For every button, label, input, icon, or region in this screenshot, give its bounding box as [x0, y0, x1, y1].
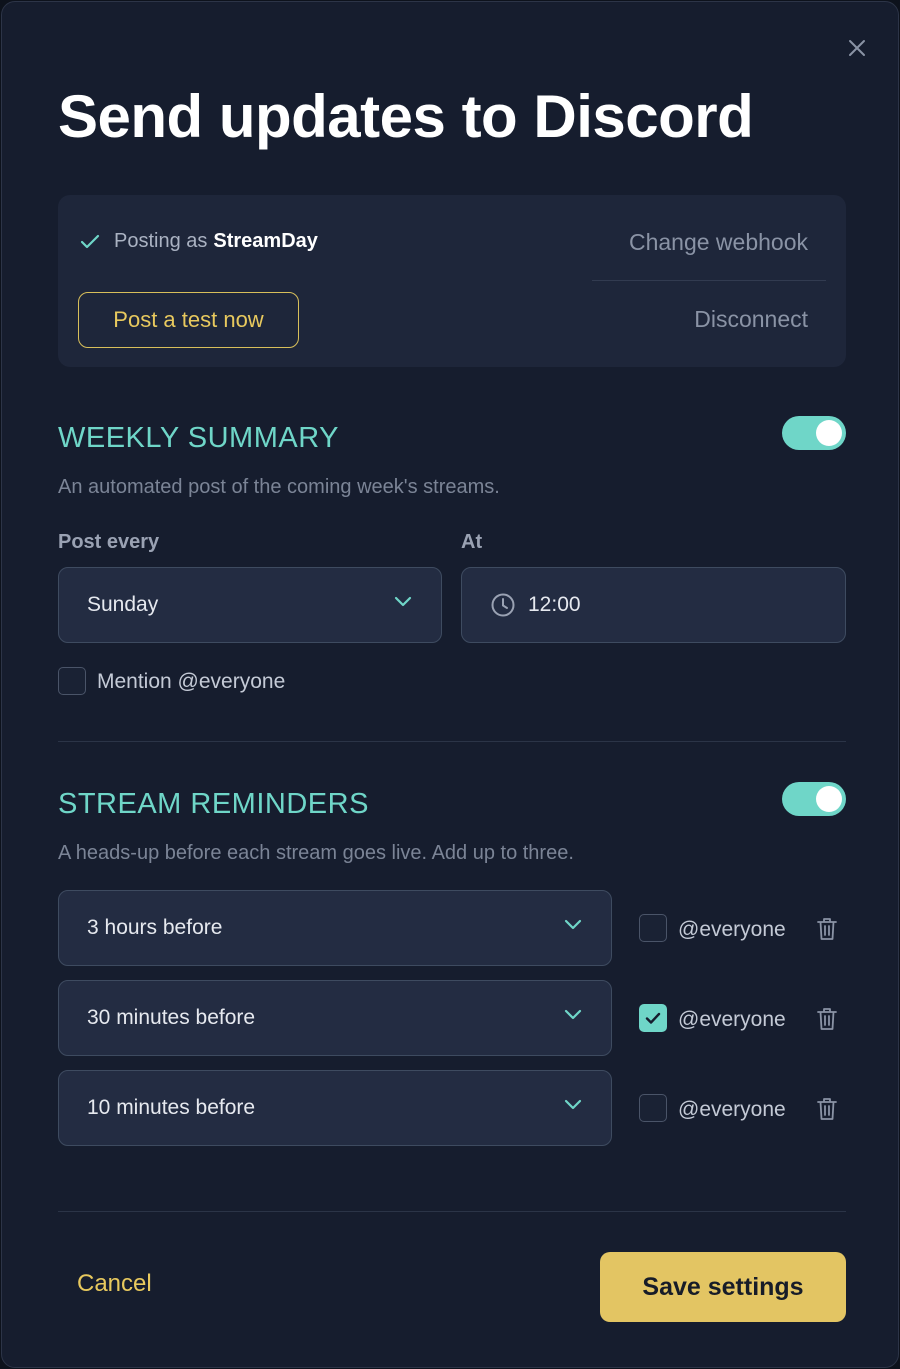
reminder-mention-checkbox[interactable] [639, 914, 667, 942]
reminder-time-select[interactable]: 10 minutes before [58, 1070, 612, 1146]
mention-everyone-checkbox[interactable] [58, 667, 86, 695]
time-value: 12:00 [528, 593, 581, 616]
cancel-button[interactable]: Cancel [77, 1270, 152, 1298]
chevron-down-icon [563, 1097, 583, 1111]
day-select[interactable]: Sunday [58, 567, 442, 643]
weekly-summary-toggle[interactable] [782, 416, 846, 450]
discord-settings-dialog: Send updates to Discord Posting as Strea… [1, 1, 899, 1368]
change-webhook-link[interactable]: Change webhook [629, 229, 808, 256]
checkmark-icon [645, 1012, 661, 1024]
dialog-title: Send updates to Discord [58, 83, 754, 150]
reminder-time-value: 3 hours before [87, 916, 223, 939]
mention-everyone-label: Mention @everyone [97, 670, 286, 693]
trash-icon[interactable] [815, 1006, 839, 1032]
chevron-down-icon [563, 917, 583, 931]
at-label: At [461, 531, 483, 553]
reminder-mention-checkbox[interactable] [639, 1004, 667, 1032]
time-input[interactable]: 12:00 [461, 567, 846, 643]
reminder-time-select[interactable]: 3 hours before [58, 890, 612, 966]
check-icon [80, 234, 100, 250]
reminder-mention-checkbox[interactable] [639, 1094, 667, 1122]
stream-reminders-title: STREAM REMINDERS [58, 788, 369, 820]
save-settings-button[interactable]: Save settings [600, 1252, 846, 1322]
day-select-value: Sunday [87, 593, 159, 616]
posting-status: Posting as StreamDay [80, 230, 318, 253]
post-every-label: Post every [58, 531, 160, 553]
reminder-mention-label: @everyone [678, 1098, 786, 1121]
posting-prefix: Posting as [114, 230, 208, 252]
trash-icon[interactable] [815, 916, 839, 942]
close-icon[interactable] [847, 38, 867, 58]
chevron-down-icon [563, 1007, 583, 1021]
webhook-card: Posting as StreamDay Post a test now Cha… [58, 195, 846, 367]
footer-divider [58, 1211, 846, 1212]
reminder-mention-label: @everyone [678, 918, 786, 941]
toggle-knob [816, 420, 842, 446]
stream-reminders-toggle[interactable] [782, 782, 846, 816]
reminder-time-value: 10 minutes before [87, 1096, 256, 1119]
posting-name: StreamDay [213, 230, 318, 252]
chevron-down-icon [393, 594, 413, 608]
disconnect-link[interactable]: Disconnect [694, 306, 808, 333]
weekly-summary-description: An automated post of the coming week's s… [58, 476, 500, 498]
reminder-time-value: 30 minutes before [87, 1006, 256, 1029]
reminder-mention-label: @everyone [678, 1008, 786, 1031]
trash-icon[interactable] [815, 1096, 839, 1122]
toggle-knob [816, 786, 842, 812]
reminder-time-select[interactable]: 30 minutes before [58, 980, 612, 1056]
card-divider [592, 280, 826, 281]
weekly-summary-title: WEEKLY SUMMARY [58, 422, 339, 454]
post-test-button[interactable]: Post a test now [78, 292, 299, 348]
stream-reminders-description: A heads-up before each stream goes live.… [58, 842, 574, 864]
section-divider [58, 741, 846, 742]
close-button[interactable] [845, 36, 869, 60]
clock-icon [490, 592, 516, 618]
